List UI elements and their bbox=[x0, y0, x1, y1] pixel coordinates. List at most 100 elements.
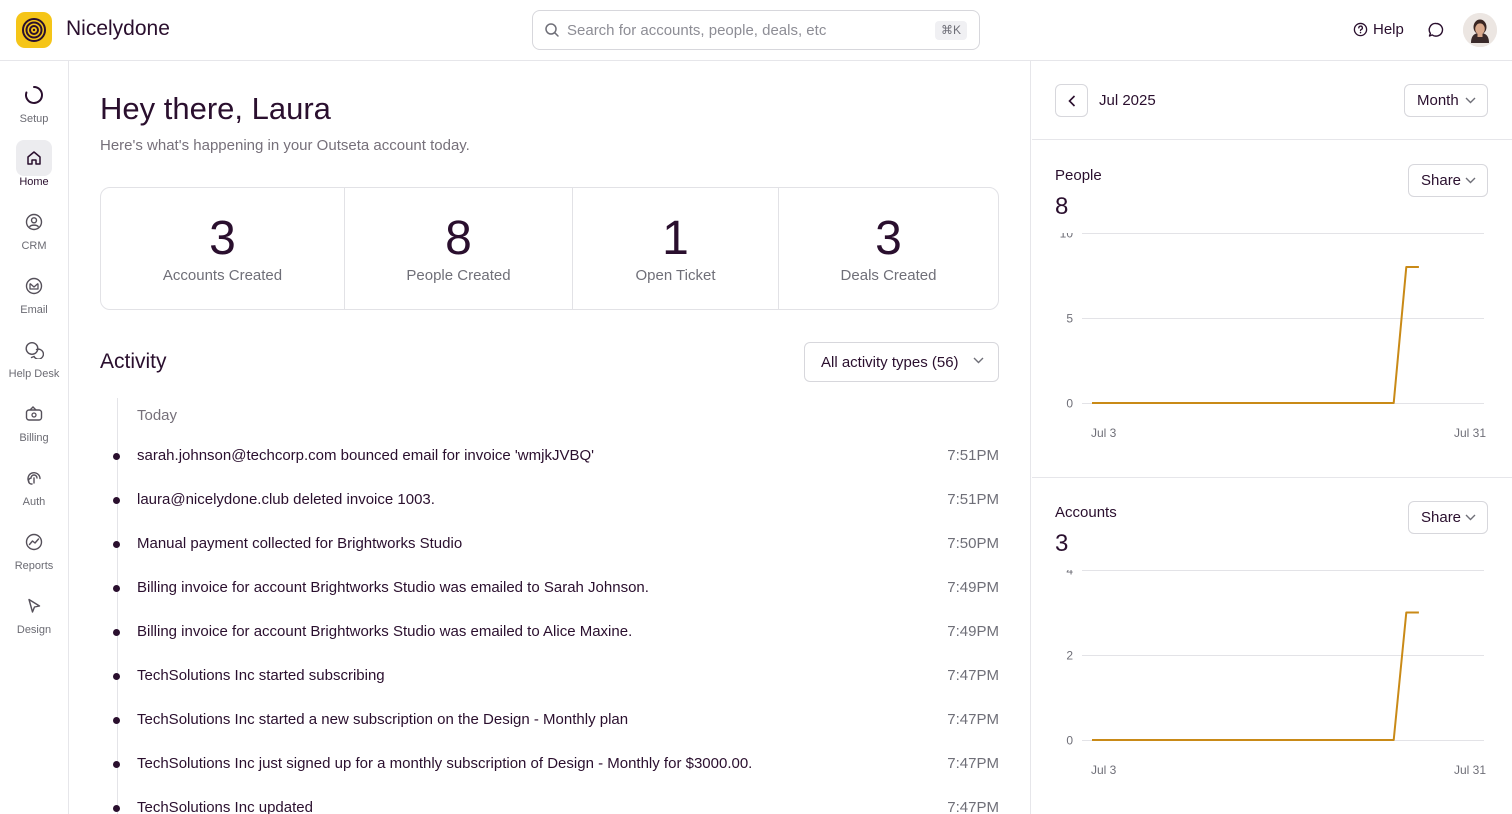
help-button[interactable]: Help bbox=[1353, 21, 1404, 38]
page-title: Hey there, Laura bbox=[100, 91, 331, 126]
timeline-dot bbox=[113, 453, 120, 460]
y-tick-label: 2 bbox=[1066, 649, 1073, 663]
activity-text: TechSolutions Inc started a new subscrip… bbox=[137, 711, 629, 728]
help-circle-icon bbox=[1353, 22, 1368, 37]
stat-label: Deals Created bbox=[840, 267, 937, 284]
sidebar-item-label: Design bbox=[16, 624, 52, 636]
stat-deals-created[interactable]: 3 Deals Created bbox=[779, 188, 998, 309]
activity-item[interactable]: TechSolutions Inc updated 7:47PM bbox=[113, 799, 999, 814]
share-label: Share bbox=[1421, 509, 1462, 526]
y-tick-label: 5 bbox=[1066, 312, 1073, 326]
activity-item[interactable]: sarah.johnson@techcorp.com bounced email… bbox=[113, 447, 999, 467]
stat-open-ticket[interactable]: 1 Open Ticket bbox=[573, 188, 779, 309]
activity-item[interactable]: Billing invoice for account Brightworks … bbox=[113, 579, 999, 599]
activity-text: sarah.johnson@techcorp.com bounced email… bbox=[137, 447, 594, 464]
user-avatar[interactable] bbox=[1463, 13, 1497, 47]
activity-time: 7:51PM bbox=[947, 447, 999, 464]
activity-time: 7:47PM bbox=[947, 755, 999, 772]
messages-button[interactable] bbox=[1427, 21, 1445, 44]
timeline-dot bbox=[113, 761, 120, 768]
share-dropdown[interactable]: Share bbox=[1408, 164, 1488, 197]
sidebar-item-reports[interactable]: Reports bbox=[0, 524, 68, 584]
activity-text: Billing invoice for account Brightworks … bbox=[137, 623, 633, 640]
activity-time: 7:47PM bbox=[947, 667, 999, 684]
card-title: Accounts bbox=[1055, 504, 1117, 521]
stat-label: People Created bbox=[406, 267, 511, 284]
user-circle-icon bbox=[16, 204, 52, 240]
people-line-chart: 0 5 10 Jul 3 Jul 31 bbox=[1060, 233, 1486, 440]
previous-period-button[interactable] bbox=[1055, 84, 1088, 117]
activity-group-label: Today bbox=[137, 407, 178, 424]
activity-filter-label: All activity types (56) bbox=[821, 353, 959, 371]
activity-text: Billing invoice for account Brightworks … bbox=[137, 579, 649, 596]
sidebar-item-setup[interactable]: Setup bbox=[0, 77, 68, 137]
activity-item[interactable]: laura@nicelydone.club deleted invoice 10… bbox=[113, 491, 999, 511]
timeline-dot bbox=[113, 585, 120, 592]
timeline-dot bbox=[113, 673, 120, 680]
granularity-dropdown[interactable]: Month bbox=[1404, 84, 1488, 117]
sidebar-item-home[interactable]: Home bbox=[0, 140, 68, 200]
help-label: Help bbox=[1373, 21, 1404, 38]
sidebar-item-label: Home bbox=[19, 176, 49, 188]
sidebar-item-help-desk[interactable]: Help Desk bbox=[0, 332, 68, 392]
activity-time: 7:49PM bbox=[947, 579, 999, 596]
x-tick-label: Jul 3 bbox=[1091, 763, 1117, 777]
timeline-dot bbox=[113, 805, 120, 812]
activity-heading: Activity bbox=[100, 350, 167, 373]
activity-type-filter[interactable]: All activity types (56) bbox=[804, 342, 999, 382]
stat-value: 1 bbox=[662, 212, 689, 265]
activity-item[interactable]: Manual payment collected for Brightworks… bbox=[113, 535, 999, 555]
activity-item[interactable]: TechSolutions Inc started subscribing 7:… bbox=[113, 667, 999, 687]
sidebar-item-label: Reports bbox=[14, 560, 54, 572]
global-search[interactable]: ⌘K bbox=[532, 10, 980, 50]
accounts-card: Accounts Share 3 0 2 4 Jul 3 Jul 31 bbox=[1032, 478, 1512, 814]
stat-value: 3 bbox=[209, 212, 236, 265]
sidebar-item-email[interactable]: Email bbox=[0, 268, 68, 328]
home-icon bbox=[16, 140, 52, 176]
search-input[interactable] bbox=[567, 19, 927, 41]
y-tick-label: 0 bbox=[1066, 397, 1073, 411]
activity-item[interactable]: Billing invoice for account Brightworks … bbox=[113, 623, 999, 643]
share-dropdown[interactable]: Share bbox=[1408, 501, 1488, 534]
activity-item[interactable]: TechSolutions Inc started a new subscrip… bbox=[113, 711, 999, 731]
activity-time: 7:47PM bbox=[947, 711, 999, 728]
people-card: People Share 8 0 5 10 Jul 3 Jul 31 bbox=[1032, 141, 1512, 477]
y-tick-label: 4 bbox=[1066, 570, 1073, 578]
activity-time: 7:50PM bbox=[947, 535, 999, 552]
y-tick-label: 0 bbox=[1066, 734, 1073, 748]
stat-accounts-created[interactable]: 3 Accounts Created bbox=[101, 188, 345, 309]
chevron-down-icon bbox=[1465, 97, 1476, 104]
sidebar-item-design[interactable]: Design bbox=[0, 588, 68, 648]
stats-panel: 3 Accounts Created 8 People Created 1 Op… bbox=[100, 187, 999, 310]
sidebar-item-auth[interactable]: Auth bbox=[0, 460, 68, 520]
activity-text: laura@nicelydone.club deleted invoice 10… bbox=[137, 491, 435, 508]
activity-text: TechSolutions Inc started subscribing bbox=[137, 667, 385, 684]
chevron-down-icon bbox=[973, 357, 984, 364]
top-bar: Nicelydone ⌘K Help bbox=[0, 0, 1512, 61]
series-line bbox=[1092, 611, 1419, 741]
sidebar-item-label: Help Desk bbox=[8, 368, 60, 380]
activity-text: TechSolutions Inc just signed up for a m… bbox=[137, 755, 753, 772]
sidebar-item-label: Email bbox=[20, 304, 48, 316]
main-content: Hey there, Laura Here's what's happening… bbox=[69, 61, 1031, 814]
email-icon bbox=[16, 268, 52, 304]
search-icon bbox=[545, 23, 559, 37]
app-logo[interactable] bbox=[16, 12, 52, 48]
stat-people-created[interactable]: 8 People Created bbox=[345, 188, 573, 309]
cursor-icon bbox=[16, 588, 52, 624]
activity-text: Manual payment collected for Brightworks… bbox=[137, 535, 463, 552]
stat-label: Open Ticket bbox=[635, 267, 716, 284]
sidebar-item-crm[interactable]: CRM bbox=[0, 204, 68, 264]
activity-time: 7:51PM bbox=[947, 491, 999, 508]
metrics-panel: Jul 2025 Month People Share 8 0 5 10 Jul 3 J… bbox=[1032, 61, 1512, 814]
sidebar-item-billing[interactable]: Billing bbox=[0, 396, 68, 456]
stat-value: 3 bbox=[875, 212, 902, 265]
card-value: 8 bbox=[1055, 193, 1069, 220]
page-subtitle: Here's what's happening in your Outseta … bbox=[100, 137, 470, 154]
chat-bubble-icon bbox=[1428, 22, 1444, 37]
chevron-left-icon bbox=[1067, 94, 1075, 107]
activity-item[interactable]: TechSolutions Inc just signed up for a m… bbox=[113, 755, 999, 775]
stat-label: Accounts Created bbox=[162, 267, 283, 284]
timeline-dot bbox=[113, 717, 120, 724]
granularity-label: Month bbox=[1417, 92, 1459, 109]
